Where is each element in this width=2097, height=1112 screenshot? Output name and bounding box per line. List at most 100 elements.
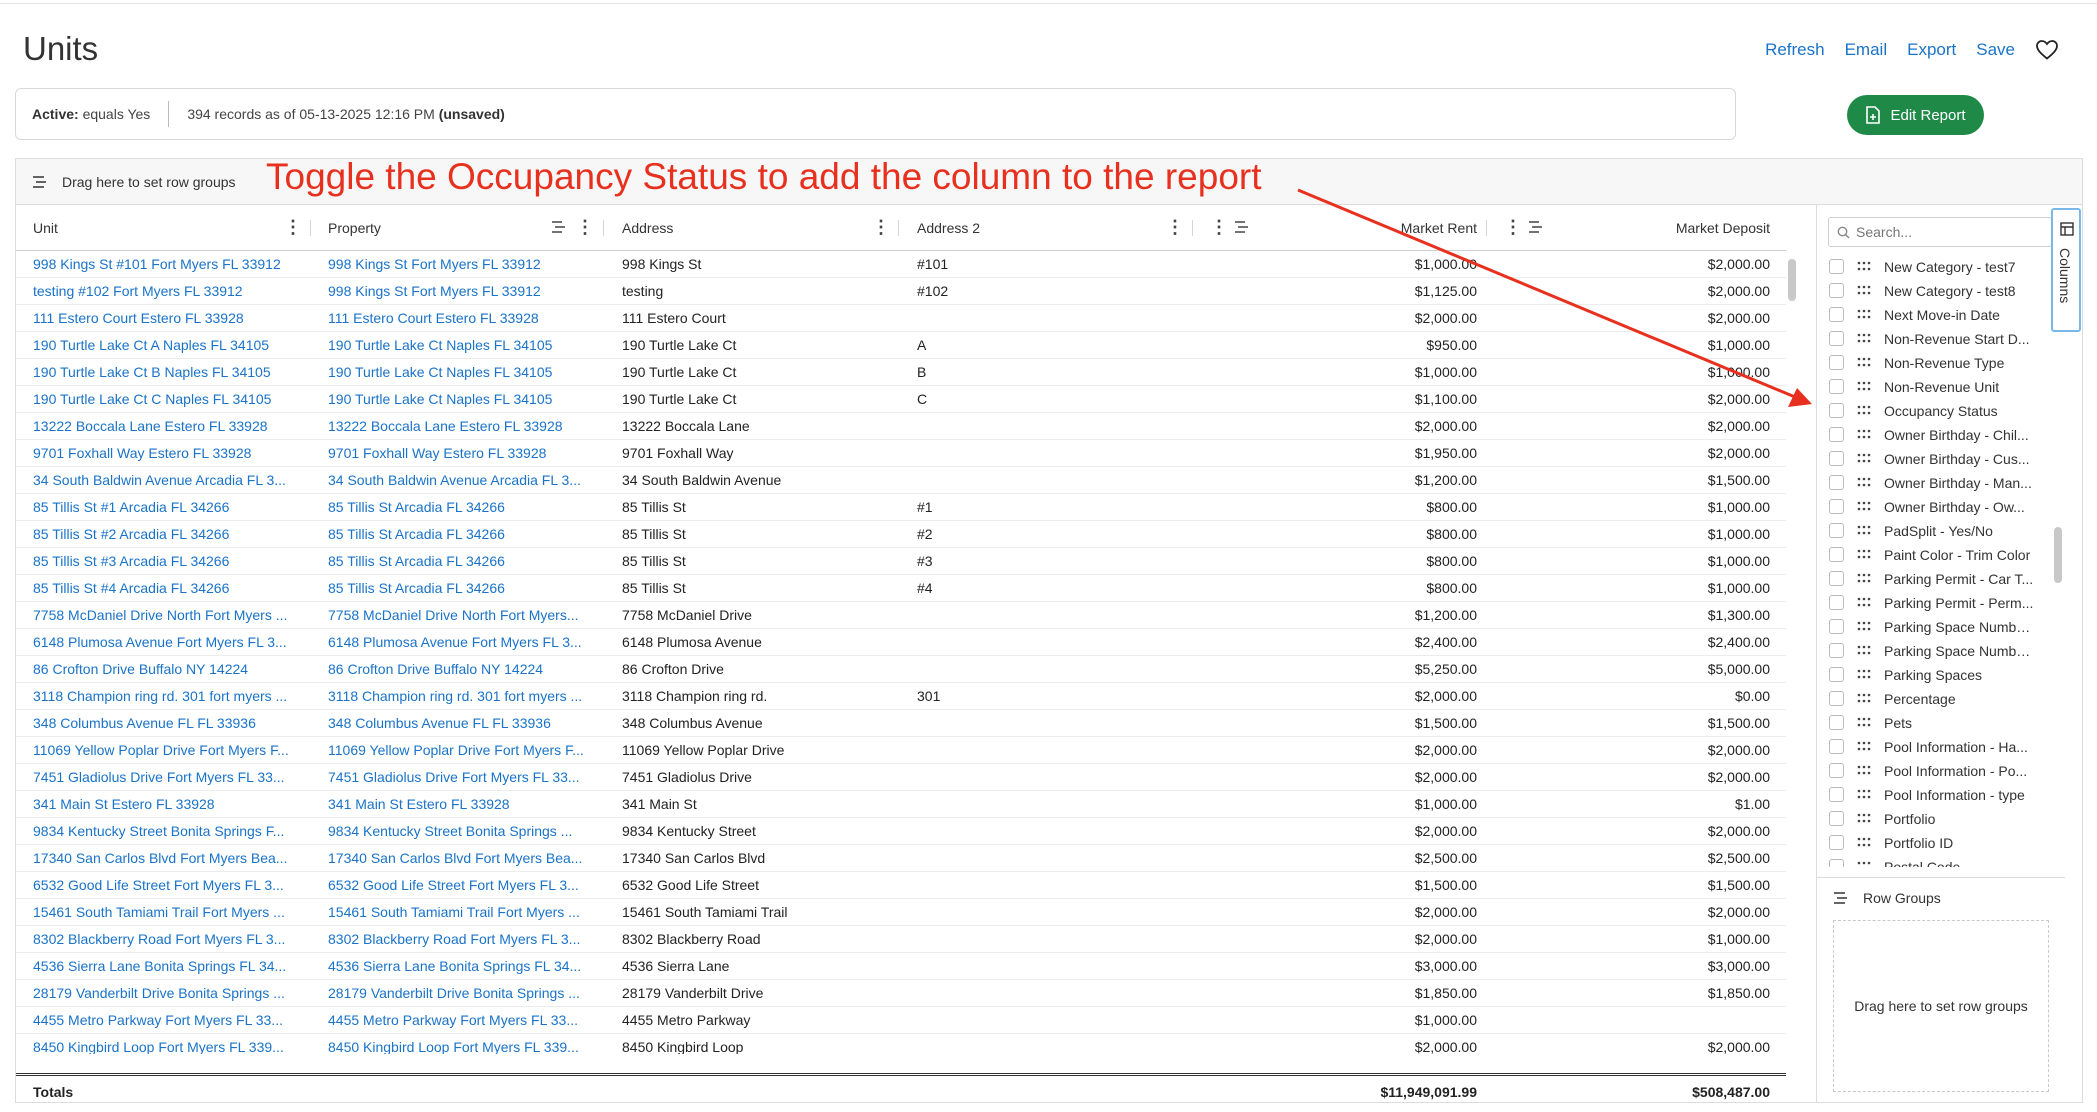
row-groups-drop-zone[interactable]: Drag here to set row groups <box>1833 920 2049 1092</box>
property-link[interactable]: 190 Turtle Lake Ct Naples FL 34105 <box>328 337 593 353</box>
unit-link[interactable]: 8302 Blackberry Road Fort Myers FL 3... <box>33 931 298 947</box>
column-list-item[interactable]: Parking Permit - Car T... <box>1817 567 2057 591</box>
header-property[interactable]: Property <box>328 205 381 251</box>
property-link[interactable]: 86 Crofton Drive Buffalo NY 14224 <box>328 661 593 677</box>
header-address[interactable]: Address <box>622 205 673 251</box>
deposit-group-icon[interactable] <box>1528 220 1544 234</box>
column-checkbox[interactable] <box>1829 835 1844 850</box>
property-link[interactable]: 998 Kings St Fort Myers FL 33912 <box>328 256 593 272</box>
property-link[interactable]: 28179 Vanderbilt Drive Bonita Springs ..… <box>328 985 593 1001</box>
column-checkbox[interactable] <box>1829 259 1844 274</box>
drag-handle-icon[interactable] <box>1857 859 1871 867</box>
column-list-item[interactable]: Occupancy Status <box>1817 399 2057 423</box>
column-list-item[interactable]: Pool Information - type <box>1817 783 2057 807</box>
column-checkbox[interactable] <box>1829 523 1844 538</box>
unit-link[interactable]: 6148 Plumosa Avenue Fort Myers FL 3... <box>33 634 298 650</box>
drag-handle-icon[interactable] <box>1857 595 1871 612</box>
column-list-item[interactable]: Pool Information - Ha... <box>1817 735 2057 759</box>
column-list-item[interactable]: New Category - test8 <box>1817 279 2057 303</box>
property-link[interactable]: 13222 Boccala Lane Estero FL 33928 <box>328 418 593 434</box>
save-link[interactable]: Save <box>1976 40 2015 60</box>
column-checkbox[interactable] <box>1829 763 1844 778</box>
column-list-item[interactable]: Parking Space Numbe... <box>1817 639 2057 663</box>
drag-handle-icon[interactable] <box>1857 811 1871 828</box>
property-link[interactable]: 17340 San Carlos Blvd Fort Myers Bea... <box>328 850 593 866</box>
column-list-item[interactable]: Next Move-in Date <box>1817 303 2057 327</box>
column-checkbox[interactable] <box>1829 307 1844 322</box>
property-link[interactable]: 190 Turtle Lake Ct Naples FL 34105 <box>328 364 593 380</box>
drag-handle-icon[interactable] <box>1857 691 1871 708</box>
property-link[interactable]: 85 Tillis St Arcadia FL 34266 <box>328 499 593 515</box>
property-link[interactable]: 6148 Plumosa Avenue Fort Myers FL 3... <box>328 634 593 650</box>
column-checkbox[interactable] <box>1829 547 1844 562</box>
drag-handle-icon[interactable] <box>1857 451 1871 468</box>
drag-handle-icon[interactable] <box>1857 475 1871 492</box>
column-list-item[interactable]: Pool Information - Po... <box>1817 759 2057 783</box>
filter-bar[interactable]: Active: equals Yes 394 records as of 05-… <box>15 88 1736 140</box>
drag-handle-icon[interactable] <box>1857 571 1871 588</box>
column-list-item[interactable]: Non-Revenue Unit <box>1817 375 2057 399</box>
column-checkbox[interactable] <box>1829 571 1844 586</box>
column-list-item[interactable]: Owner Birthday - Man... <box>1817 471 2057 495</box>
property-link[interactable]: 8302 Blackberry Road Fort Myers FL 3... <box>328 931 593 947</box>
column-checkbox[interactable] <box>1829 355 1844 370</box>
unit-link[interactable]: 190 Turtle Lake Ct A Naples FL 34105 <box>33 337 298 353</box>
unit-link[interactable]: 190 Turtle Lake Ct B Naples FL 34105 <box>33 364 298 380</box>
column-checkbox[interactable] <box>1829 595 1844 610</box>
unit-link[interactable]: 9701 Foxhall Way Estero FL 33928 <box>33 445 298 461</box>
header-address2[interactable]: Address 2 <box>917 205 980 251</box>
drag-handle-icon[interactable] <box>1857 355 1871 372</box>
unit-link[interactable]: 9834 Kentucky Street Bonita Springs F... <box>33 823 298 839</box>
column-list-item[interactable]: Parking Space Numbe... <box>1817 615 2057 639</box>
unit-link[interactable]: 341 Main St Estero FL 33928 <box>33 796 298 812</box>
unit-link[interactable]: 11069 Yellow Poplar Drive Fort Myers F..… <box>33 742 298 758</box>
header-deposit-menu-icon[interactable]: ⋮ <box>1504 218 1522 236</box>
unit-link[interactable]: 7758 McDaniel Drive North Fort Myers ... <box>33 607 298 623</box>
property-link[interactable]: 190 Turtle Lake Ct Naples FL 34105 <box>328 391 593 407</box>
drag-handle-icon[interactable] <box>1857 259 1871 276</box>
header-rent-menu-icon[interactable]: ⋮ <box>1210 218 1228 236</box>
column-list-item[interactable]: Pets <box>1817 711 2057 735</box>
unit-link[interactable]: 85 Tillis St #1 Arcadia FL 34266 <box>33 499 298 515</box>
property-link[interactable]: 7451 Gladiolus Drive Fort Myers FL 33... <box>328 769 593 785</box>
drag-handle-icon[interactable] <box>1857 667 1871 684</box>
property-link[interactable]: 111 Estero Court Estero FL 33928 <box>328 310 593 326</box>
drag-handle-icon[interactable] <box>1857 619 1871 636</box>
refresh-link[interactable]: Refresh <box>1765 40 1825 60</box>
column-checkbox[interactable] <box>1829 451 1844 466</box>
property-group-icon[interactable] <box>551 220 567 234</box>
heart-icon[interactable] <box>2035 38 2059 62</box>
unit-link[interactable]: 3118 Champion ring rd. 301 fort myers ..… <box>33 688 298 704</box>
drag-handle-icon[interactable] <box>1857 715 1871 732</box>
drag-handle-icon[interactable] <box>1857 499 1871 516</box>
column-checkbox[interactable] <box>1829 787 1844 802</box>
drag-handle-icon[interactable] <box>1857 547 1871 564</box>
unit-link[interactable]: 4455 Metro Parkway Fort Myers FL 33... <box>33 1012 298 1028</box>
column-list-item[interactable]: Paint Color - Trim Color <box>1817 543 2057 567</box>
header-market-deposit[interactable]: Market Deposit <box>1676 205 1770 251</box>
column-list-item[interactable]: Portfolio ID <box>1817 831 2057 855</box>
column-list-item[interactable]: Parking Permit - Perm... <box>1817 591 2057 615</box>
unit-link[interactable]: 348 Columbus Avenue FL FL 33936 <box>33 715 298 731</box>
property-link[interactable]: 998 Kings St Fort Myers FL 33912 <box>328 283 593 299</box>
drag-handle-icon[interactable] <box>1857 835 1871 852</box>
grid-scrollbar[interactable] <box>1788 259 1796 301</box>
drag-handle-icon[interactable] <box>1857 379 1871 396</box>
column-checkbox[interactable] <box>1829 499 1844 514</box>
property-link[interactable]: 85 Tillis St Arcadia FL 34266 <box>328 526 593 542</box>
column-search-input[interactable] <box>1856 224 2036 240</box>
unit-link[interactable]: 8450 Kingbird Loop Fort Myers FL 339... <box>33 1039 298 1054</box>
unit-link[interactable]: 998 Kings St #101 Fort Myers FL 33912 <box>33 256 298 272</box>
columns-side-tab[interactable]: Columns <box>2051 208 2081 332</box>
property-link[interactable]: 4455 Metro Parkway Fort Myers FL 33... <box>328 1012 593 1028</box>
column-list-item[interactable]: New Category - test7 <box>1817 255 2057 279</box>
property-link[interactable]: 7758 McDaniel Drive North Fort Myers... <box>328 607 593 623</box>
drag-handle-icon[interactable] <box>1857 283 1871 300</box>
header-market-rent[interactable]: Market Rent <box>1401 205 1477 251</box>
property-link[interactable]: 15461 South Tamiami Trail Fort Myers ... <box>328 904 593 920</box>
drag-handle-icon[interactable] <box>1857 787 1871 804</box>
column-list-item[interactable]: Owner Birthday - Chil... <box>1817 423 2057 447</box>
export-link[interactable]: Export <box>1907 40 1956 60</box>
property-link[interactable]: 11069 Yellow Poplar Drive Fort Myers F..… <box>328 742 593 758</box>
column-checkbox[interactable] <box>1829 811 1844 826</box>
